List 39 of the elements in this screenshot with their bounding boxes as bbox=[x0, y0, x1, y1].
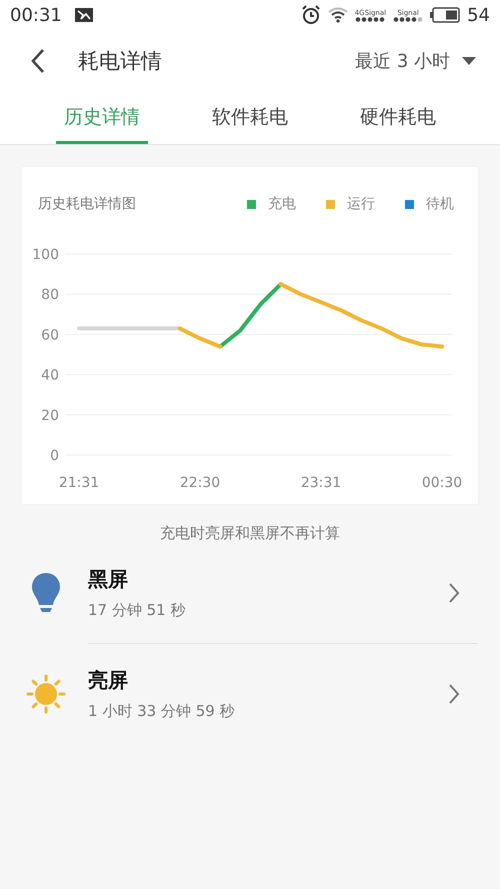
x-axis-label: 00:30 bbox=[422, 475, 462, 491]
legend-label: 充电 bbox=[268, 195, 296, 213]
x-axis-label: 22:30 bbox=[180, 475, 220, 491]
legend-label: 待机 bbox=[426, 195, 454, 213]
item-title: 亮屏 bbox=[88, 667, 129, 694]
range-dropdown[interactable]: 最近 3 小时 bbox=[355, 49, 476, 73]
tab[interactable]: 硬件耗电 bbox=[352, 92, 444, 144]
y-axis-label: 20 bbox=[41, 408, 59, 424]
y-axis-label: 80 bbox=[41, 287, 59, 304]
list-item[interactable]: 亮屏 1 小时 33 分钟 59 秒 bbox=[0, 644, 500, 744]
y-axis-label: 0 bbox=[50, 448, 59, 464]
item-duration: 1 小时 33 分钟 59 秒 bbox=[88, 702, 236, 721]
x-axis-label: 21:31 bbox=[58, 475, 100, 491]
note-text: 充电时亮屏和黑屏不再计算 bbox=[159, 524, 341, 543]
lightbulb-icon bbox=[31, 572, 61, 614]
page-title: 耗电详情 bbox=[78, 48, 162, 75]
chevron-right-icon bbox=[448, 582, 460, 604]
status-time: 00:31 bbox=[10, 4, 62, 26]
caret-icon bbox=[462, 56, 476, 66]
wifi-icon bbox=[328, 7, 348, 23]
battery-icon bbox=[430, 7, 460, 23]
x-axis-label: 23:31 bbox=[300, 475, 342, 491]
legend-label: 运行 bbox=[347, 195, 375, 213]
chart-title: 历史耗电详情图 bbox=[38, 195, 136, 213]
y-axis-label: 100 bbox=[32, 247, 59, 263]
back-button[interactable] bbox=[30, 48, 46, 74]
y-axis-label: 60 bbox=[41, 327, 59, 344]
y-axis-label: 40 bbox=[41, 368, 59, 384]
item-duration: 17 分钟 51 秒 bbox=[88, 601, 186, 620]
alarm-icon bbox=[300, 5, 321, 25]
sun-icon bbox=[25, 673, 67, 715]
signal-dots-icon bbox=[355, 16, 386, 22]
tab[interactable]: 软件耗电 bbox=[204, 92, 296, 144]
image-icon bbox=[74, 7, 93, 23]
chevron-right-icon bbox=[448, 683, 460, 705]
battery-level: 54 bbox=[467, 4, 490, 26]
item-title: 黑屏 bbox=[88, 566, 129, 593]
list-item[interactable]: 黑屏 17 分钟 51 秒 bbox=[0, 543, 500, 643]
signal-dots-icon bbox=[393, 16, 424, 22]
